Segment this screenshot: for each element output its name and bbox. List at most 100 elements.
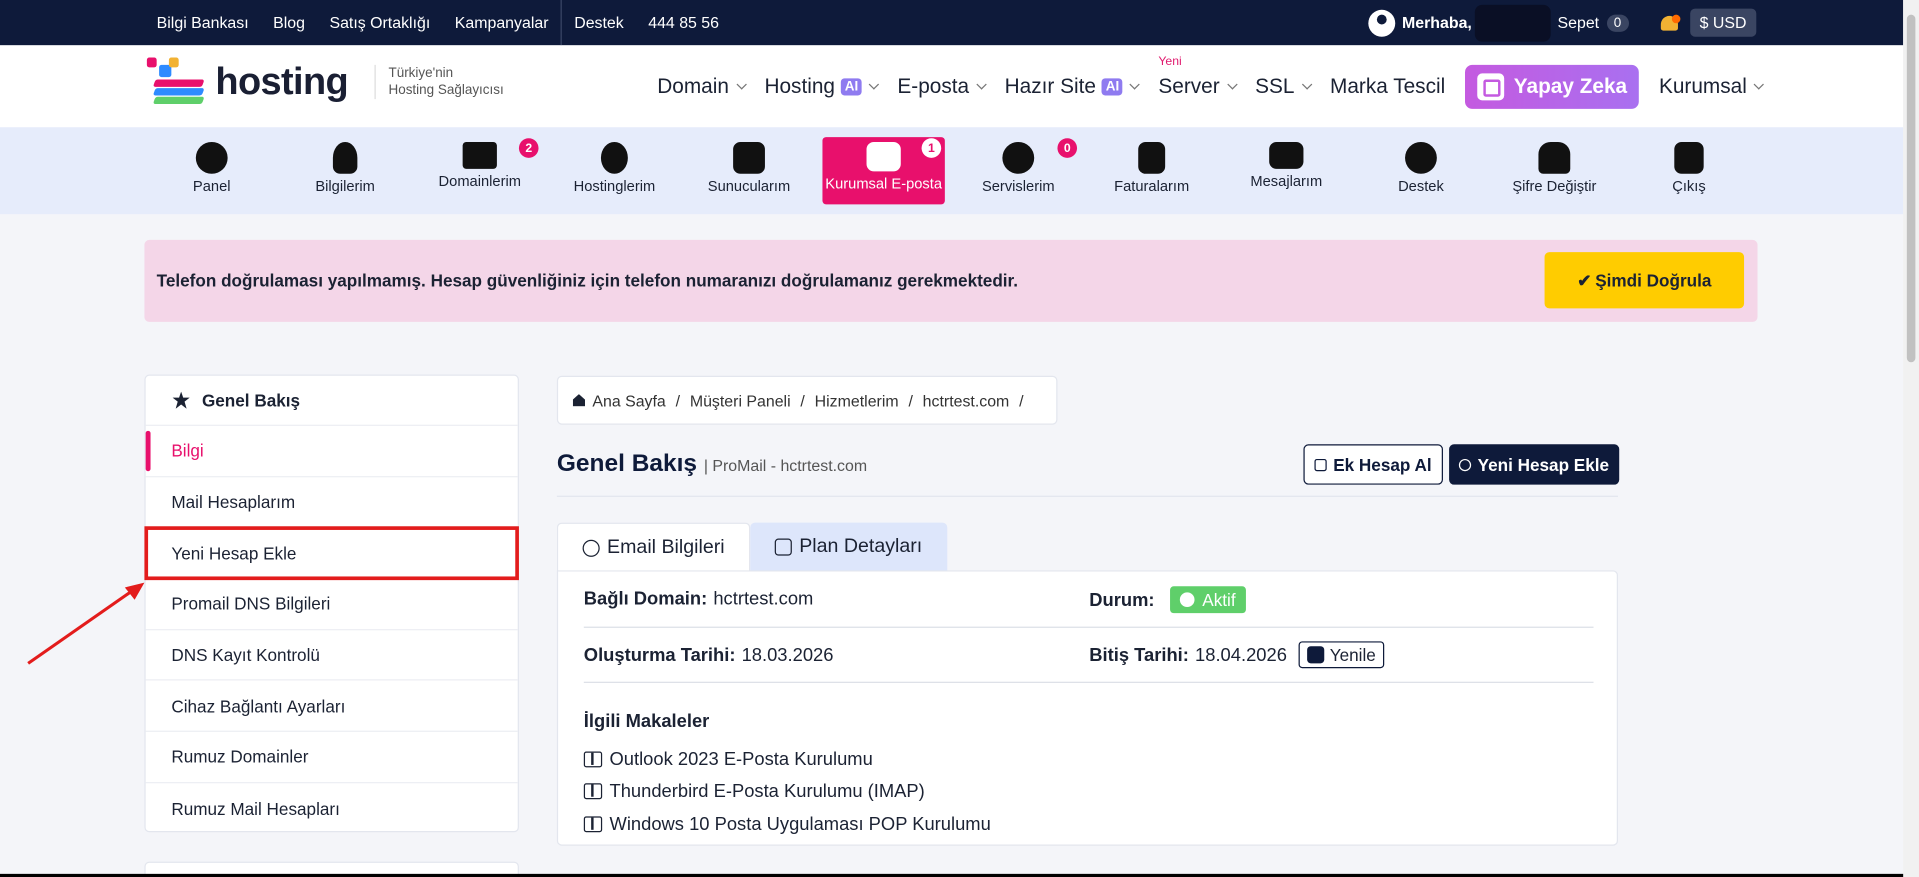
iconbar-panel[interactable]: Panel bbox=[151, 137, 273, 204]
iconbar-kurumsal-eposta[interactable]: Kurumsal E-posta 1 bbox=[822, 137, 945, 205]
olusturma-tarihi-field: Oluşturma Tarihi: 18.03.2026 bbox=[584, 645, 834, 666]
bagli-domain-field: Bağlı Domain: hctrtest.com bbox=[584, 589, 814, 610]
top-bar: Bilgi Bankası Blog Satış Ortaklığı Kampa… bbox=[0, 0, 1904, 46]
scrollbar-thumb[interactable] bbox=[1906, 14, 1916, 363]
status-badge: Aktif bbox=[1170, 586, 1246, 614]
user-menu[interactable]: Merhaba, bbox=[1367, 4, 1551, 42]
sidebar-item-mail-hesaplarim[interactable]: Mail Hesaplarım bbox=[145, 477, 518, 528]
end-label: Bitiş Tarihi: bbox=[1089, 644, 1189, 666]
iconbar-label: Kurumsal E-posta bbox=[825, 175, 943, 193]
sidebar-header: Genel Bakış bbox=[145, 376, 518, 426]
ai-badge: AI bbox=[841, 77, 862, 95]
sidebar-item-rumuz-mail[interactable]: Rumuz Mail Hesapları bbox=[146, 783, 518, 834]
notification-bell-icon[interactable] bbox=[1658, 12, 1681, 34]
account-icon-bar: Panel Bilgilerim Domainlerim 2 Hostingler… bbox=[0, 127, 1904, 215]
breadcrumb-item[interactable]: Hizmetlerim bbox=[815, 391, 899, 409]
sidebar-item-promail-dns[interactable]: Promail DNS Bilgileri bbox=[145, 579, 518, 631]
page-title-text: Genel Bakış bbox=[556, 450, 698, 478]
greeting-text: Merhaba, bbox=[1401, 13, 1472, 32]
iconbar-sunucularim[interactable]: Sunucularım bbox=[688, 137, 810, 204]
nav-eposta[interactable]: E-posta bbox=[897, 74, 987, 98]
iconbar-servislerim[interactable]: Servislerim 0 bbox=[957, 137, 1079, 204]
iconbar-bilgilerim[interactable]: Bilgilerim bbox=[284, 137, 406, 204]
sidebar-item-dns-kayit-kontrolu[interactable]: DNS Kayıt Kontrolü bbox=[145, 630, 518, 682]
nav-ssl[interactable]: SSL bbox=[1255, 74, 1312, 98]
topbar-link-blog[interactable]: Blog bbox=[273, 13, 305, 31]
redacted-username bbox=[1474, 4, 1551, 42]
envelope-open-icon bbox=[866, 141, 901, 172]
nav-marka-tescil[interactable]: Marka Tescil bbox=[1330, 74, 1445, 98]
ek-hesap-al-button[interactable]: Ek Hesap Al bbox=[1303, 444, 1443, 485]
breadcrumb-item[interactable]: hctrtest.com bbox=[923, 391, 1010, 409]
nav-hazir-site[interactable]: Hazır Site AI bbox=[1005, 74, 1141, 98]
iconbar-label: Faturalarım bbox=[1114, 177, 1190, 195]
iconbar-label: Panel bbox=[192, 177, 231, 195]
nav-server-label: Server bbox=[1158, 74, 1220, 98]
durum-field: Durum: Aktif bbox=[1089, 586, 1246, 614]
nav-domain[interactable]: Domain bbox=[657, 74, 747, 98]
domainlerim-count-badge: 2 bbox=[518, 138, 539, 158]
topbar-phone[interactable]: 444 85 56 bbox=[648, 13, 719, 31]
topbar-link-satis-ortakligi[interactable]: Satış Ortaklığı bbox=[329, 13, 430, 31]
sidebar-item-yeni-hesap-ekle[interactable]: Yeni Hesap Ekle bbox=[144, 526, 519, 581]
tab-plan-detaylari[interactable]: Plan Detayları bbox=[750, 522, 947, 572]
tagline-line-2: Hosting Sağlayıcısı bbox=[388, 83, 504, 98]
alert-text: Telefon doğrulaması yapılmamış. Hesap gü… bbox=[156, 270, 1019, 291]
nav-yapay-zeka-button[interactable]: Yapay Zeka bbox=[1464, 64, 1640, 109]
topbar-link-kampanyalar[interactable]: Kampanyalar bbox=[455, 13, 549, 31]
created-label: Oluşturma Tarihi: bbox=[583, 644, 736, 666]
verify-now-button[interactable]: ✔ Şimdi Doğrula bbox=[1544, 252, 1745, 309]
currency-selector[interactable]: $ USD bbox=[1689, 8, 1757, 37]
nav-yapay-zeka-label: Yapay Zeka bbox=[1513, 74, 1628, 98]
yeni-hesap-ekle-button[interactable]: Yeni Hesap Ekle bbox=[1449, 444, 1620, 485]
iconbar-domainlerim[interactable]: Domainlerim 2 bbox=[419, 137, 541, 204]
chevron-down-icon bbox=[1301, 78, 1312, 90]
article-title: Outlook 2023 E-Posta Kurulumu bbox=[609, 749, 873, 770]
main-header: hosting Türkiye'nin Hosting Sağlayıcısı … bbox=[0, 45, 1904, 128]
breadcrumb-item[interactable]: Ana Sayfa bbox=[592, 391, 665, 409]
add-account-icon bbox=[1459, 458, 1472, 471]
tagline-line-1: Türkiye'nin bbox=[388, 66, 454, 81]
tab-email-bilgileri[interactable]: Email Bilgileri bbox=[556, 522, 751, 572]
yenile-button[interactable]: Yenile bbox=[1299, 641, 1385, 669]
ek-hesap-al-label: Ek Hesap Al bbox=[1333, 454, 1432, 475]
logout-icon bbox=[1674, 141, 1704, 174]
sidebar-item-cihaz-baglanti[interactable]: Cihaz Bağlantı Ayarları bbox=[145, 681, 518, 733]
nav-kurumsal[interactable]: Kurumsal bbox=[1658, 74, 1765, 98]
cart-link[interactable]: Sepet 0 bbox=[1558, 13, 1629, 32]
sidebar-item-bilgi[interactable]: Bilgi bbox=[145, 426, 518, 477]
nav-server[interactable]: Yeni Server bbox=[1158, 54, 1238, 98]
topbar-link-destek[interactable]: Destek bbox=[574, 13, 624, 31]
bitis-tarihi-field: Bitiş Tarihi: 18.04.2026 Yenile bbox=[1089, 641, 1385, 669]
refresh-icon bbox=[1307, 646, 1325, 664]
nav-ssl-label: SSL bbox=[1255, 74, 1295, 98]
article-link[interactable]: Thunderbird E-Posta Kurulumu (IMAP) bbox=[583, 781, 925, 802]
iconbar-label: Servislerim bbox=[981, 177, 1055, 195]
nav-eposta-label: E-posta bbox=[897, 74, 970, 98]
sidebar-item-rumuz-domainler[interactable]: Rumuz Domainler bbox=[145, 732, 518, 784]
yenile-label: Yenile bbox=[1329, 644, 1376, 665]
ai-chip-icon bbox=[1477, 72, 1504, 100]
topbar-link-bilgi-bankasi[interactable]: Bilgi Bankası bbox=[157, 13, 249, 31]
nav-kurumsal-label: Kurumsal bbox=[1658, 74, 1747, 98]
page-scrollbar[interactable] bbox=[1903, 0, 1919, 877]
iconbar-mesajlarim[interactable]: Mesajlarım bbox=[1225, 137, 1347, 204]
nav-hosting-label: Hosting bbox=[764, 74, 835, 98]
basket-icon bbox=[1314, 458, 1328, 471]
nav-marka-label: Marka Tescil bbox=[1329, 74, 1446, 98]
iconbar-faturalarim[interactable]: Faturalarım bbox=[1090, 137, 1212, 204]
site-logo[interactable]: hosting Türkiye'nin Hosting Sağlayıcısı bbox=[146, 57, 504, 107]
iconbar-hostinglerim[interactable]: Hostinglerim bbox=[553, 137, 675, 204]
user-avatar-icon bbox=[1367, 9, 1395, 37]
tab-label: Email Bilgileri bbox=[607, 536, 725, 558]
article-link[interactable]: Outlook 2023 E-Posta Kurulumu bbox=[583, 749, 873, 770]
article-link[interactable]: Windows 10 Posta Uygulaması POP Kurulumu bbox=[583, 814, 991, 835]
breadcrumb-item[interactable]: Müşteri Paneli bbox=[690, 391, 791, 409]
nav-hosting[interactable]: Hosting AI bbox=[764, 74, 880, 98]
grid-icon bbox=[1002, 141, 1035, 174]
iconbar-destek[interactable]: Destek bbox=[1360, 137, 1482, 204]
status-label: Durum: bbox=[1089, 589, 1155, 611]
iconbar-sifre-degistir[interactable]: Şifre Değiştir bbox=[1493, 137, 1615, 204]
iconbar-label: Mesajlarım bbox=[1250, 172, 1323, 190]
iconbar-cikis[interactable]: Çıkış bbox=[1628, 137, 1750, 204]
